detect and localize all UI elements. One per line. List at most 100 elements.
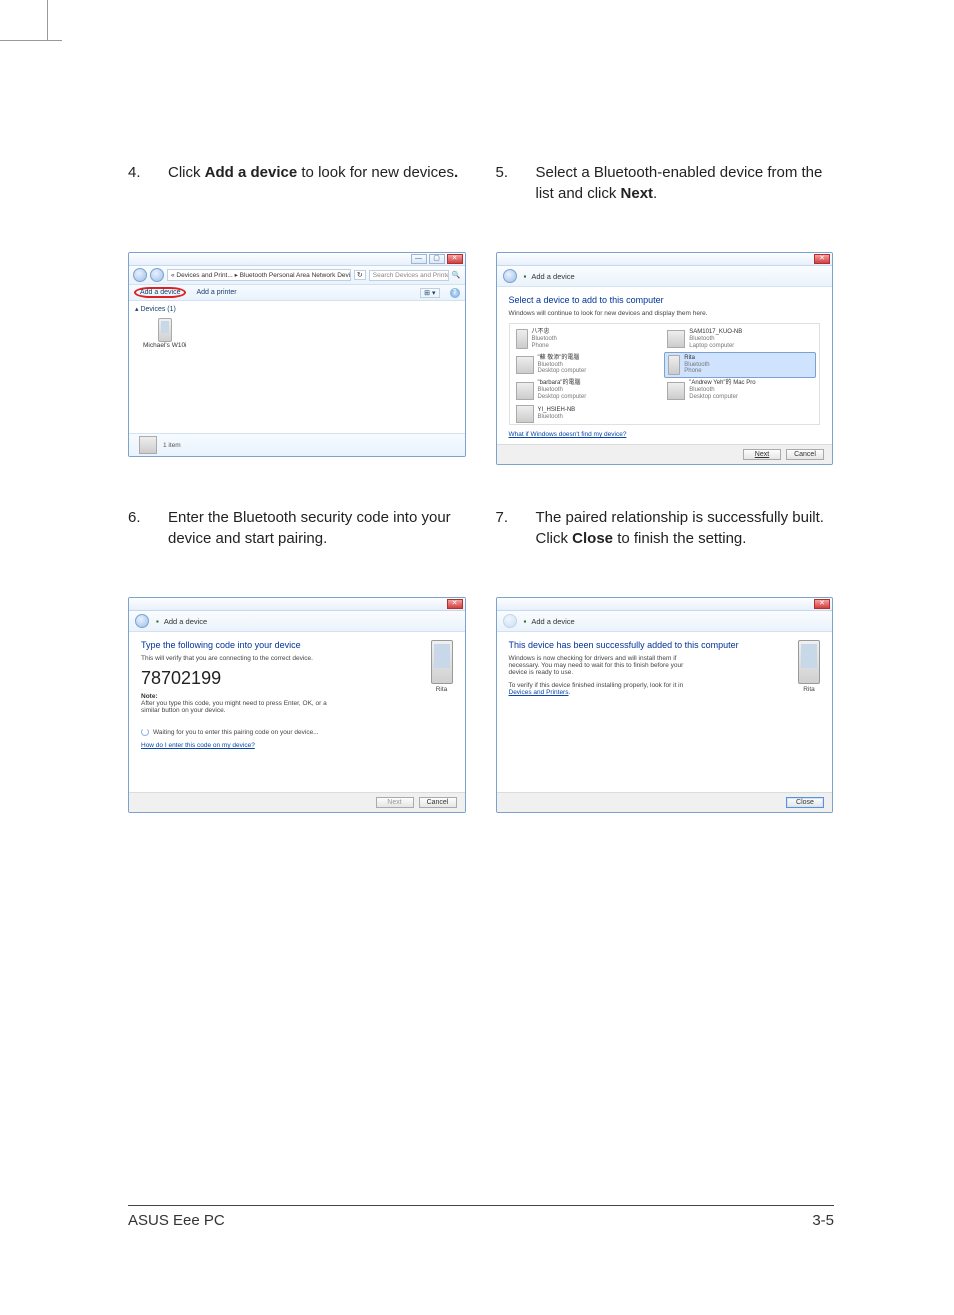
info-text: Windows is now checking for drivers and … (509, 655, 704, 676)
page-content: 4. Click Add a device to look for new de… (128, 162, 833, 813)
phone-icon (431, 640, 453, 684)
device-name: "barbara"的電腦 (538, 380, 581, 386)
computer-icon (516, 382, 534, 400)
device-name: "蘇 敬添"的電腦 (538, 355, 580, 361)
status-text: 1 item (163, 442, 181, 449)
view-options-icon[interactable]: ⊞ ▾ (420, 288, 439, 298)
screenshot-success: ✕ ▪ Add a device Rita This device has be… (496, 597, 834, 813)
step-4: 4. Click Add a device to look for new de… (128, 162, 466, 234)
page-number: 3-5 (812, 1212, 834, 1229)
device-list: 八不忠BluetoothPhoneSAM1017_KUO-NBBluetooth… (509, 323, 821, 425)
window-titlebar: — ▢ ✕ (129, 253, 465, 266)
nav-forward-icon[interactable] (150, 268, 164, 282)
device-label: Michael's W10i (143, 342, 187, 349)
cancel-button[interactable]: Cancel (419, 797, 457, 808)
waiting-row: Waiting for you to enter this pairing co… (141, 728, 453, 736)
device-preview: Rita (431, 640, 453, 693)
screenshot-devices-window: — ▢ ✕ « Devices and Print... ▸ Bluetooth… (128, 252, 466, 457)
pairing-code: 78702199 (141, 668, 453, 689)
help-icon[interactable]: ? (450, 288, 460, 298)
step-text: Select a Bluetooth-enabled device from t… (536, 162, 834, 234)
next-button: Next (376, 797, 414, 808)
help-link[interactable]: What if Windows doesn't find my device? (509, 431, 627, 438)
wizard-icon: ▪ (524, 617, 527, 626)
footer-left: ASUS Eee PC (128, 1212, 225, 1229)
wizard-heading: Type the following code into your device (141, 640, 453, 650)
search-input[interactable]: Search Devices and Printers (369, 270, 449, 281)
breadcrumb[interactable]: « Devices and Print... ▸ Bluetooth Perso… (167, 269, 351, 281)
window-title: Add a device (531, 272, 574, 281)
device-list-item[interactable]: RitaBluetoothPhone (664, 352, 816, 379)
step-number: 5. (496, 162, 514, 234)
waiting-text: Waiting for you to enter this pairing co… (153, 729, 319, 736)
nav-back-icon[interactable] (503, 269, 517, 283)
device-list-item[interactable]: "蘇 敬添"的電腦BluetoothDesktop computer (513, 352, 665, 379)
step-text: Click Add a device to look for new devic… (168, 162, 458, 234)
window-titlebar: ✕ (129, 598, 465, 611)
group-header[interactable]: ▴ Devices (1) (135, 305, 459, 313)
device-list-item[interactable]: "barbara"的電腦BluetoothDesktop computer (513, 378, 665, 403)
nav-back-icon[interactable] (503, 614, 517, 628)
phone-icon (798, 640, 820, 684)
wizard-heading: This device has been successfully added … (509, 640, 821, 650)
note-text: After you type this code, you might need… (141, 700, 331, 714)
step-number: 6. (128, 507, 146, 579)
computer-icon (516, 356, 534, 374)
explorer-toolbar: Add a device Add a printer ⊞ ▾ ? (129, 285, 465, 301)
device-preview: Rita (798, 640, 820, 693)
computer-icon (667, 330, 685, 348)
device-list-item[interactable]: YI_HSIEH-NBBluetooth (513, 403, 665, 425)
step-number: 4. (128, 162, 146, 234)
refresh-button[interactable]: ↻ (354, 270, 366, 280)
device-name: 八不忠 (532, 329, 550, 335)
screenshot-pairing-code: ✕ ▪ Add a device Rita Type the following… (128, 597, 466, 813)
screenshot-select-device: ✕ ▪ Add a device Select a device to add … (496, 252, 834, 465)
cancel-button[interactable]: Cancel (786, 449, 824, 460)
next-button[interactable]: Next (743, 449, 781, 460)
close-button[interactable]: ✕ (447, 599, 463, 609)
add-device-button[interactable]: Add a device (134, 287, 186, 298)
wizard-header: ▪ Add a device (497, 611, 833, 632)
wizard-subtitle: Windows will continue to look for new de… (509, 310, 821, 317)
wizard-heading: Select a device to add to this computer (509, 295, 821, 305)
step-text: Enter the Bluetooth security code into y… (168, 507, 466, 579)
maximize-button[interactable]: ▢ (429, 254, 445, 264)
wizard-body: Select a device to add to this computer … (497, 287, 833, 444)
window-titlebar: ✕ (497, 598, 833, 611)
close-button[interactable]: ✕ (814, 254, 830, 264)
minimize-button[interactable]: — (411, 254, 427, 264)
close-button[interactable]: ✕ (447, 254, 463, 264)
wizard-icon: ▪ (156, 617, 159, 626)
step-6: 6. Enter the Bluetooth security code int… (128, 507, 466, 579)
nav-back-icon[interactable] (135, 614, 149, 628)
wizard-footer: Close (497, 792, 833, 812)
device-name: "Andrew Yeh"的 Mac Pro (689, 380, 755, 386)
device-list-item[interactable]: 八不忠BluetoothPhone (513, 327, 665, 352)
device-list-item[interactable]: "Andrew Yeh"的 Mac ProBluetoothDesktop co… (664, 378, 816, 403)
wizard-footer: Next Cancel (129, 792, 465, 812)
device-item[interactable]: Michael's W10i (143, 318, 187, 349)
device-name: YI_HSIEH-NB (538, 407, 576, 413)
step-5: 5. Select a Bluetooth-enabled device fro… (496, 162, 834, 234)
info-text-2: To verify if this device finished instal… (509, 682, 704, 696)
spinner-icon (141, 728, 149, 736)
add-printer-button[interactable]: Add a printer (196, 289, 236, 296)
close-wizard-button[interactable]: Close (786, 797, 824, 808)
note-label: Note: (141, 693, 453, 700)
status-icon (139, 436, 157, 454)
computer-icon (667, 382, 685, 400)
wizard-subtitle: This will verify that you are connecting… (141, 655, 453, 662)
device-list-item[interactable]: SAM1017_KUO-NBBluetoothLaptop computer (664, 327, 816, 352)
phone-icon (516, 329, 528, 349)
wizard-header: ▪ Add a device (497, 266, 833, 287)
device-name: Rita (684, 355, 695, 361)
close-button[interactable]: ✕ (814, 599, 830, 609)
wizard-body: Rita This device has been successfully a… (497, 632, 833, 792)
device-label: Rita (431, 686, 453, 693)
devices-printers-link[interactable]: Devices and Printers (509, 689, 569, 696)
nav-back-icon[interactable] (133, 268, 147, 282)
window-title: Add a device (164, 617, 207, 626)
window-title: Add a device (531, 617, 574, 626)
help-link[interactable]: How do I enter this code on my device? (141, 742, 255, 749)
search-icon: 🔍 (452, 271, 461, 279)
